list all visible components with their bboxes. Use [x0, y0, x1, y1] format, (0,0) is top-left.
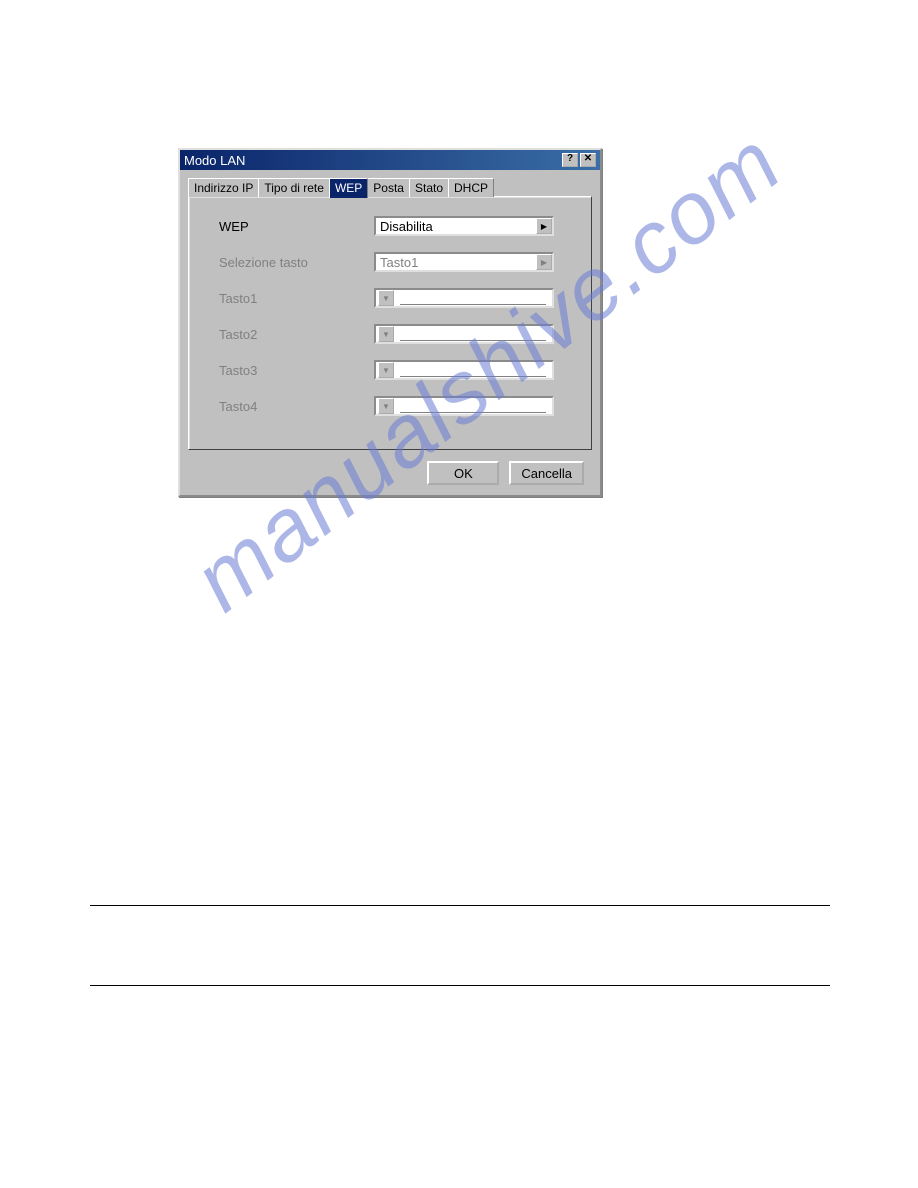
row-key2: Tasto2 ▼ — [219, 323, 571, 345]
key3-field: ▼ — [374, 360, 554, 380]
wep-value: Disabilita — [376, 219, 536, 234]
key2-input — [400, 327, 546, 341]
chevron-down-icon: ▼ — [378, 398, 394, 414]
tab-strip: Indirizzo IP Tipo di rete WEP Posta Stat… — [188, 178, 592, 197]
row-wep: WEP Disabilita ▶ — [219, 215, 571, 237]
key1-label: Tasto1 — [219, 291, 374, 306]
chevron-right-icon: ▶ — [536, 254, 552, 270]
chevron-down-icon: ▼ — [378, 326, 394, 342]
chevron-right-icon[interactable]: ▶ — [536, 218, 552, 234]
key4-field: ▼ — [374, 396, 554, 416]
help-button[interactable]: ? — [562, 153, 578, 167]
ok-button[interactable]: OK — [427, 461, 499, 485]
selection-value: Tasto1 — [376, 255, 536, 270]
tab-posta[interactable]: Posta — [367, 178, 410, 197]
key2-label: Tasto2 — [219, 327, 374, 342]
key3-input — [400, 363, 546, 377]
titlebar-buttons: ? ✕ — [562, 153, 596, 167]
button-row: OK Cancella — [188, 461, 592, 485]
row-key1: Tasto1 ▼ — [219, 287, 571, 309]
selection-dropdown: Tasto1 ▶ — [374, 252, 554, 272]
wep-label: WEP — [219, 219, 374, 234]
row-key4: Tasto4 ▼ — [219, 395, 571, 417]
row-key3: Tasto3 ▼ — [219, 359, 571, 381]
tab-wep[interactable]: WEP — [329, 178, 368, 198]
dialog-window: Modo LAN ? ✕ Indirizzo IP Tipo di rete W… — [178, 148, 602, 497]
tab-dhcp[interactable]: DHCP — [448, 178, 494, 197]
titlebar: Modo LAN ? ✕ — [180, 150, 600, 170]
horizontal-rule — [90, 905, 830, 906]
cancel-button[interactable]: Cancella — [509, 461, 584, 485]
chevron-down-icon: ▼ — [378, 290, 394, 306]
tab-panel: WEP Disabilita ▶ Selezione tasto Tasto1 … — [188, 196, 592, 450]
selection-label: Selezione tasto — [219, 255, 374, 270]
chevron-down-icon: ▼ — [378, 362, 394, 378]
dialog-body: Indirizzo IP Tipo di rete WEP Posta Stat… — [180, 170, 600, 495]
key4-label: Tasto4 — [219, 399, 374, 414]
key1-input — [400, 291, 546, 305]
tab-stato[interactable]: Stato — [409, 178, 449, 197]
tab-tipo-di-rete[interactable]: Tipo di rete — [258, 178, 330, 197]
horizontal-rule — [90, 985, 830, 986]
close-button[interactable]: ✕ — [580, 153, 596, 167]
key1-field: ▼ — [374, 288, 554, 308]
wep-dropdown[interactable]: Disabilita ▶ — [374, 216, 554, 236]
key4-input — [400, 399, 546, 413]
key3-label: Tasto3 — [219, 363, 374, 378]
dialog-title: Modo LAN — [184, 153, 245, 168]
row-selection: Selezione tasto Tasto1 ▶ — [219, 251, 571, 273]
key2-field: ▼ — [374, 324, 554, 344]
tab-indirizzo-ip[interactable]: Indirizzo IP — [188, 178, 259, 197]
